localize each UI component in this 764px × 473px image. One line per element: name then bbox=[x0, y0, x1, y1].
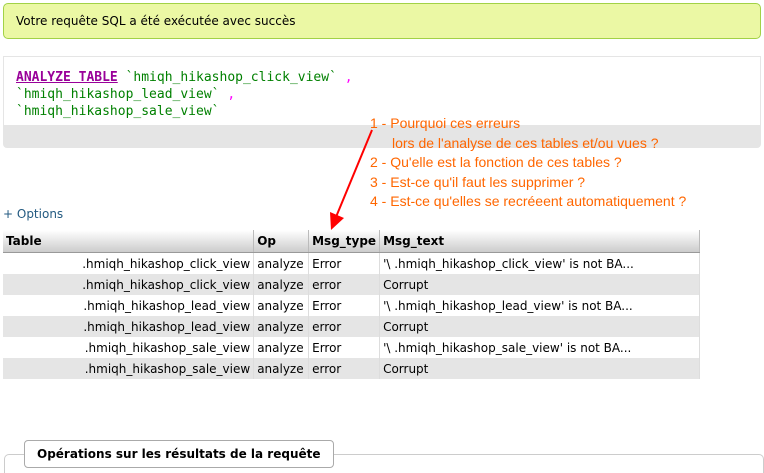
sql-separator: , bbox=[227, 87, 236, 102]
cell-msg-text: '\ .hmiqh_hikashop_click_view' is not BA… bbox=[379, 252, 700, 274]
sql-separator: , bbox=[344, 70, 353, 85]
table-row[interactable]: .hmiqh_hikashop_click_view analyze error… bbox=[3, 274, 700, 295]
cell-op: analyze bbox=[253, 337, 310, 358]
cell-table: .hmiqh_hikashop_sale_view bbox=[3, 337, 255, 358]
cell-msg-type: error bbox=[308, 358, 381, 379]
success-message-text: Votre requête SQL a été exécutée avec su… bbox=[16, 14, 296, 28]
annotation-line: lors de l'analyse de ces tables et/ou vu… bbox=[392, 134, 659, 151]
table-row[interactable]: .hmiqh_hikashop_sale_view analyze error … bbox=[3, 358, 700, 379]
cell-msg-type: error bbox=[308, 274, 381, 295]
cell-table: .hmiqh_hikashop_sale_view bbox=[3, 358, 255, 379]
table-row[interactable]: .hmiqh_hikashop_sale_view analyze Error … bbox=[3, 337, 700, 358]
cell-op: analyze bbox=[253, 316, 310, 337]
success-message: Votre requête SQL a été exécutée avec su… bbox=[3, 3, 761, 39]
cell-table: .hmiqh_hikashop_click_view bbox=[3, 274, 255, 295]
column-header-msg-text[interactable]: Msg_text bbox=[379, 230, 700, 253]
annotation-line: 1 - Pourquoi ces erreurs bbox=[370, 115, 521, 131]
annotation-line: 2 - Qu'elle est la fonction de ces table… bbox=[370, 154, 622, 170]
results-table: Table Op Msg_type Msg_text .hmiqh_hikash… bbox=[3, 230, 700, 379]
table-row[interactable]: .hmiqh_hikashop_lead_view analyze error … bbox=[3, 316, 700, 337]
sql-table-name: `hmiqh_hikashop_sale_view` bbox=[16, 104, 220, 119]
annotation-note: 1 - Pourquoi ces erreurs lors de l'analy… bbox=[370, 114, 686, 212]
table-row[interactable]: .hmiqh_hikashop_lead_view analyze Error … bbox=[3, 295, 700, 316]
column-header-msg-type[interactable]: Msg_type bbox=[308, 230, 381, 253]
sql-line-2: `hmiqh_hikashop_lead_view` , bbox=[16, 86, 750, 103]
options-link[interactable]: + Options bbox=[3, 207, 63, 221]
column-header-op[interactable]: Op bbox=[253, 230, 310, 253]
sql-keyword-link[interactable]: ANALYZE TABLE bbox=[16, 70, 118, 85]
sql-table-name: `hmiqh_hikashop_click_view` bbox=[125, 70, 337, 85]
cell-op: analyze bbox=[253, 295, 310, 316]
cell-op: analyze bbox=[253, 274, 310, 295]
cell-msg-text: Corrupt bbox=[379, 316, 700, 337]
cell-msg-type: Error bbox=[308, 295, 381, 316]
cell-msg-text: '\ .hmiqh_hikashop_lead_view' is not BA.… bbox=[379, 295, 700, 316]
cell-msg-type: Error bbox=[308, 337, 381, 358]
cell-table: .hmiqh_hikashop_click_view bbox=[3, 252, 255, 274]
cell-op: analyze bbox=[253, 358, 310, 379]
sql-table-name: `hmiqh_hikashop_lead_view` bbox=[16, 87, 220, 102]
annotation-line: 3 - Est-ce qu'il faut les supprimer ? bbox=[370, 173, 586, 190]
column-header-table[interactable]: Table bbox=[3, 230, 255, 253]
cell-table: .hmiqh_hikashop_lead_view bbox=[3, 316, 255, 337]
cell-msg-type: Error bbox=[308, 252, 381, 274]
cell-table: .hmiqh_hikashop_lead_view bbox=[3, 295, 255, 316]
results-header-row: Table Op Msg_type Msg_text bbox=[3, 230, 700, 253]
table-row[interactable]: .hmiqh_hikashop_click_view analyze Error… bbox=[3, 252, 700, 274]
cell-msg-type: error bbox=[308, 316, 381, 337]
cell-msg-text: '\ .hmiqh_hikashop_sale_view' is not BA.… bbox=[379, 337, 700, 358]
cell-msg-text: Corrupt bbox=[379, 274, 700, 295]
query-operations-legend[interactable]: Opérations sur les résultats de la requê… bbox=[24, 440, 334, 468]
annotation-line: 4 - Est-ce qu'elles se recréeent automat… bbox=[370, 193, 687, 209]
cell-msg-text: Corrupt bbox=[379, 358, 700, 379]
cell-op: analyze bbox=[253, 252, 310, 274]
sql-line-1: ANALYZE TABLE `hmiqh_hikashop_click_view… bbox=[16, 69, 750, 86]
